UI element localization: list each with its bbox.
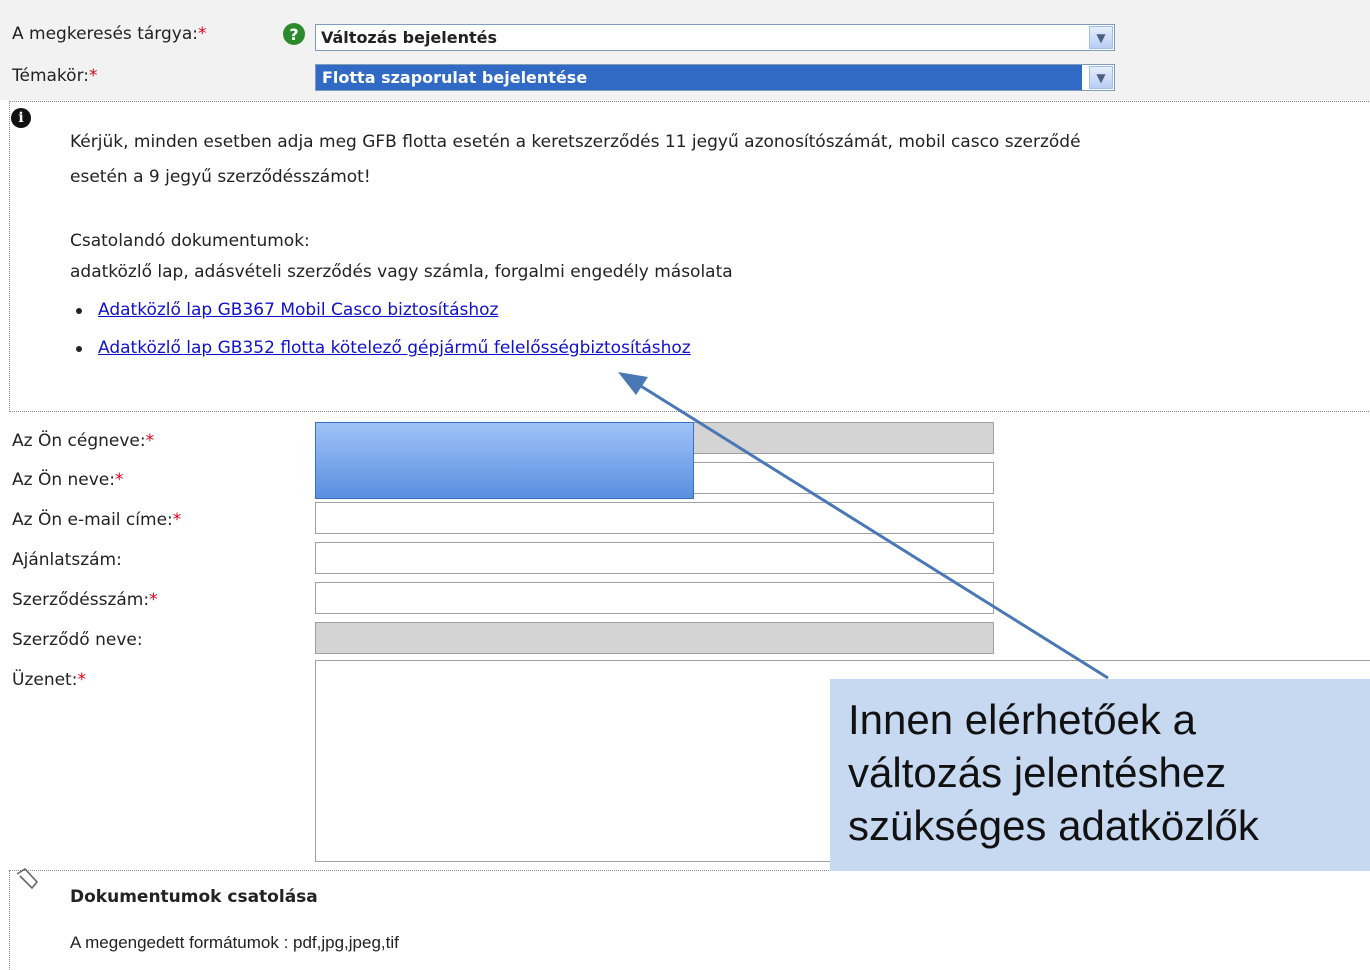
- annotation-arrow: [618, 372, 1109, 680]
